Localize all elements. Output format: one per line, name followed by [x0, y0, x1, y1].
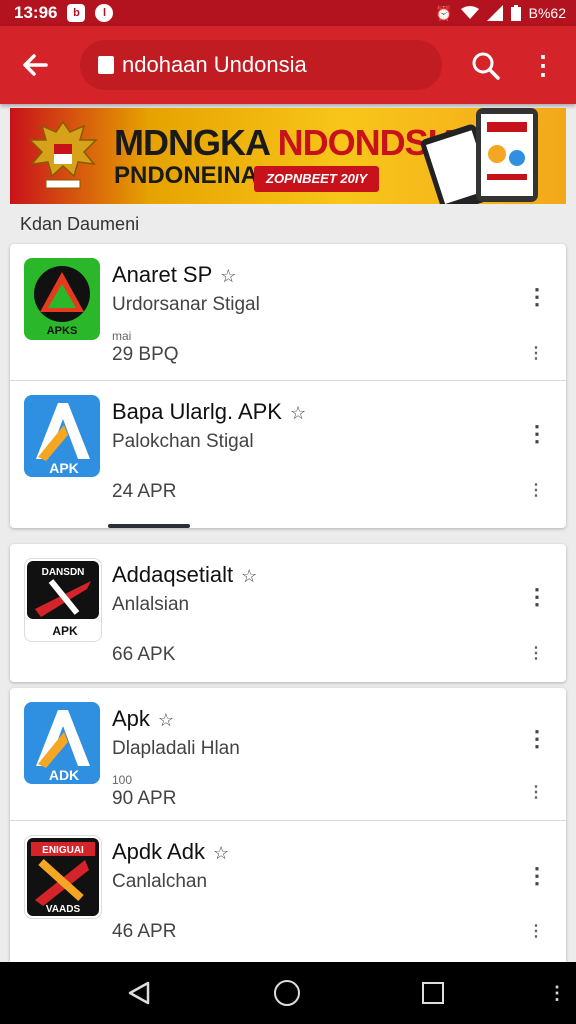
app-title: Apdk Adk ☆: [112, 839, 230, 864]
navigation-bar: ⋮: [0, 962, 576, 1024]
app-size: 66 APK: [112, 644, 176, 665]
more-vert-icon[interactable]: ⋮: [526, 861, 548, 891]
app-subtitle: Urdorsanar Stigal: [112, 294, 260, 315]
app-icon: ADK: [24, 702, 100, 784]
app-note: mai: [112, 329, 132, 343]
banner-title: MDNGKA NDONDSIA: [114, 122, 463, 163]
notification-b-icon: b: [67, 4, 86, 22]
battery-level: B%62: [528, 5, 566, 21]
app-size: 90 APR: [112, 788, 177, 809]
app-list-card: APKS Anaret SP ☆ Urdorsanar Stigal mai 29…: [10, 244, 566, 528]
garuda-emblem-icon: [28, 120, 98, 189]
notification-circle-icon: l: [95, 4, 114, 22]
svg-text:APK: APK: [52, 624, 78, 638]
search-icon[interactable]: [470, 50, 502, 82]
app-title: Anaret SP ☆: [112, 262, 237, 287]
star-outline-icon[interactable]: ☆: [158, 710, 174, 731]
app-list-card: DANSDN APK Addaqsetialt ☆ Anlalsian 66 APK…: [10, 544, 566, 682]
app-icon: APK: [24, 395, 100, 477]
app-icon: APKS: [24, 258, 100, 340]
phone-illustration: [476, 108, 538, 202]
app-subtitle: Anlalsian: [112, 594, 190, 615]
list-item[interactable]: ADK Apk ☆ Dlapladali Hlan 100 90 APR ⋮ ⋮: [10, 688, 566, 820]
svg-text:ADK: ADK: [49, 767, 79, 783]
star-outline-icon[interactable]: ☆: [241, 566, 257, 587]
more-vert-icon[interactable]: ⋮: [530, 48, 556, 82]
status-bar: 13:96 b l ⏰ B%62: [0, 0, 576, 26]
app-icon: DANSDN APK: [24, 558, 102, 642]
status-right: ⏰ B%62: [435, 0, 566, 26]
star-outline-icon[interactable]: ☆: [220, 266, 236, 287]
search-query: ndohaan Undonsia: [122, 52, 307, 77]
app-title: Addaqsetialt ☆: [112, 562, 258, 587]
app-title: Apk ☆: [112, 706, 175, 731]
app-title: Bapa Ularlg. APK ☆: [112, 399, 307, 424]
more-vert-icon[interactable]: ⋮: [548, 978, 566, 1008]
more-vert-icon[interactable]: ⋮: [526, 917, 546, 947]
star-outline-icon[interactable]: ☆: [213, 843, 229, 864]
more-vert-icon[interactable]: ⋮: [526, 339, 546, 369]
more-vert-icon[interactable]: ⋮: [526, 582, 548, 612]
nav-home-icon[interactable]: [274, 980, 300, 1006]
nav-back-icon[interactable]: [126, 980, 152, 1006]
wifi-icon: [460, 6, 479, 19]
app-note: 100: [112, 773, 133, 787]
list-item[interactable]: APK Bapa Ularlg. APK ☆ Palokchan Stigal 2…: [10, 381, 566, 528]
app-size: 46 APR: [112, 921, 177, 942]
app-subtitle: Canlalchan: [112, 871, 208, 892]
battery-icon: [510, 5, 521, 21]
app-bar: ndohaan Undonsia ⋮: [0, 26, 576, 104]
svg-text:DANSDN: DANSDN: [42, 567, 85, 578]
scroll-indicator: [108, 524, 190, 528]
svg-text:APK: APK: [49, 460, 79, 476]
more-vert-icon[interactable]: ⋮: [526, 282, 548, 312]
svg-text:APKS: APKS: [47, 325, 78, 337]
more-vert-icon[interactable]: ⋮: [526, 778, 546, 808]
search-field[interactable]: ndohaan Undonsia: [80, 40, 442, 90]
app-size: 24 APR: [112, 481, 177, 502]
bookmark-icon: [98, 56, 114, 74]
status-time: 13:96: [14, 3, 58, 22]
back-arrow-icon[interactable]: [18, 48, 52, 82]
list-item[interactable]: ENIGUAI VAADS Apdk Adk ☆ Canlalchan 46 APR…: [10, 821, 566, 968]
more-vert-icon[interactable]: ⋮: [526, 639, 546, 669]
star-outline-icon[interactable]: ☆: [290, 403, 306, 424]
promo-banner[interactable]: MDNGKA NDONDSIA PNDONEINA ⚠ ZOPNBEET 20I…: [10, 108, 566, 204]
app-size: 29 BPQ: [112, 344, 179, 365]
alarm-icon: ⏰: [435, 4, 453, 21]
app-list-card: ADK Apk ☆ Dlapladali Hlan 100 90 APR ⋮ ⋮ …: [10, 688, 566, 968]
section-label: Kdan Daumeni: [20, 214, 140, 234]
signal-icon: [486, 5, 503, 21]
more-vert-icon[interactable]: ⋮: [526, 724, 548, 754]
svg-text:VAADS: VAADS: [46, 904, 81, 915]
list-item[interactable]: APKS Anaret SP ☆ Urdorsanar Stigal mai 29…: [10, 244, 566, 380]
banner-badge: ZOPNBEET 20IY: [254, 166, 380, 192]
svg-text:ENIGUAI: ENIGUAI: [42, 845, 84, 856]
list-item[interactable]: DANSDN APK Addaqsetialt ☆ Anlalsian 66 APK…: [10, 544, 566, 682]
more-vert-icon[interactable]: ⋮: [526, 419, 548, 449]
more-vert-icon[interactable]: ⋮: [526, 476, 546, 506]
app-icon: ENIGUAI VAADS: [24, 835, 102, 919]
app-subtitle: Palokchan Stigal: [112, 431, 254, 452]
app-subtitle: Dlapladali Hlan: [112, 738, 240, 759]
nav-recents-icon[interactable]: [422, 982, 444, 1004]
